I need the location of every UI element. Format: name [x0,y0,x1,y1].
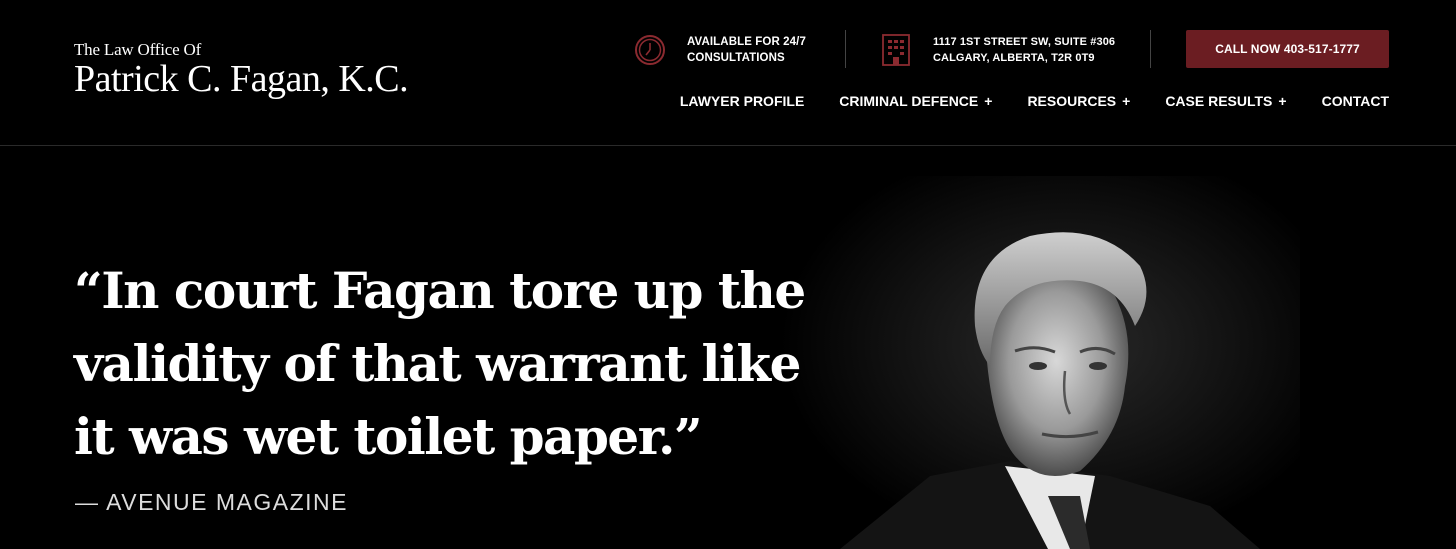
hero-quote-line: validity of that warrant like [74,334,801,393]
nav-lawyer-profile[interactable]: LAWYER PROFILE [680,93,804,109]
hero-section: “In court Fagan tore up the validity of … [0,146,1456,549]
hero-quote-line: it was wet toilet paper.” [74,407,703,466]
availability-info: AVAILABLE FOR 24/7 CONSULTATIONS [634,30,806,70]
logo-tagline: The Law Office Of [74,40,202,59]
site-header: The Law Office Of Patrick C. Fagan, K.C.… [0,0,1456,146]
plus-icon: + [1278,93,1287,109]
site-logo[interactable]: The Law Office Of Patrick C. Fagan, K.C. [74,40,409,100]
address-text: 1117 1ST STREET SW, SUITE #306 CALGARY, … [933,34,1115,66]
availability-text: AVAILABLE FOR 24/7 CONSULTATIONS [687,34,806,66]
quote-attribution: — AVENUE MAGAZINE [75,489,349,515]
nav-case-results-label: CASE RESULTS [1165,93,1273,109]
address-line1: 1117 1ST STREET SW, SUITE #306 [933,36,1116,48]
nav-lawyer-profile-label: LAWYER PROFILE [679,93,805,109]
hero-quote: “In court Fagan tore up the validity of … [74,254,874,473]
nav-contact[interactable]: CONTACT [1322,93,1389,109]
nav-resources[interactable]: RESOURCES + [1027,93,1130,109]
logo-name: Patrick C. Fagan, K.C. [74,58,409,100]
availability-line2: CONSULTATIONS [687,52,785,64]
plus-icon: + [984,93,993,109]
header-divider [845,30,846,68]
building-icon [880,33,912,67]
availability-line1: AVAILABLE FOR 24/7 [687,36,806,48]
nav-criminal-defence-label: CRIMINAL DEFENCE [839,93,979,109]
nav-criminal-defence[interactable]: CRIMINAL DEFENCE + [839,93,992,109]
address-line2: CALGARY, ALBERTA, T2R 0T9 [933,52,1095,64]
page: The Law Office Of Patrick C. Fagan, K.C.… [0,0,1456,549]
header-divider [1150,30,1151,68]
hero-quote-line: “In court Fagan tore up the [74,261,806,320]
nav-resources-label: RESOURCES [1027,93,1117,109]
address-info: 1117 1ST STREET SW, SUITE #306 CALGARY, … [880,30,1115,70]
nav-case-results[interactable]: CASE RESULTS + [1165,93,1286,109]
plus-icon: + [1122,93,1131,109]
clock-icon [634,33,666,67]
main-nav: LAWYER PROFILE CRIMINAL DEFENCE + RESOUR… [680,93,1389,109]
nav-contact-label: CONTACT [1321,93,1389,109]
call-now-button[interactable]: CALL NOW 403-517-1777 [1186,30,1389,68]
